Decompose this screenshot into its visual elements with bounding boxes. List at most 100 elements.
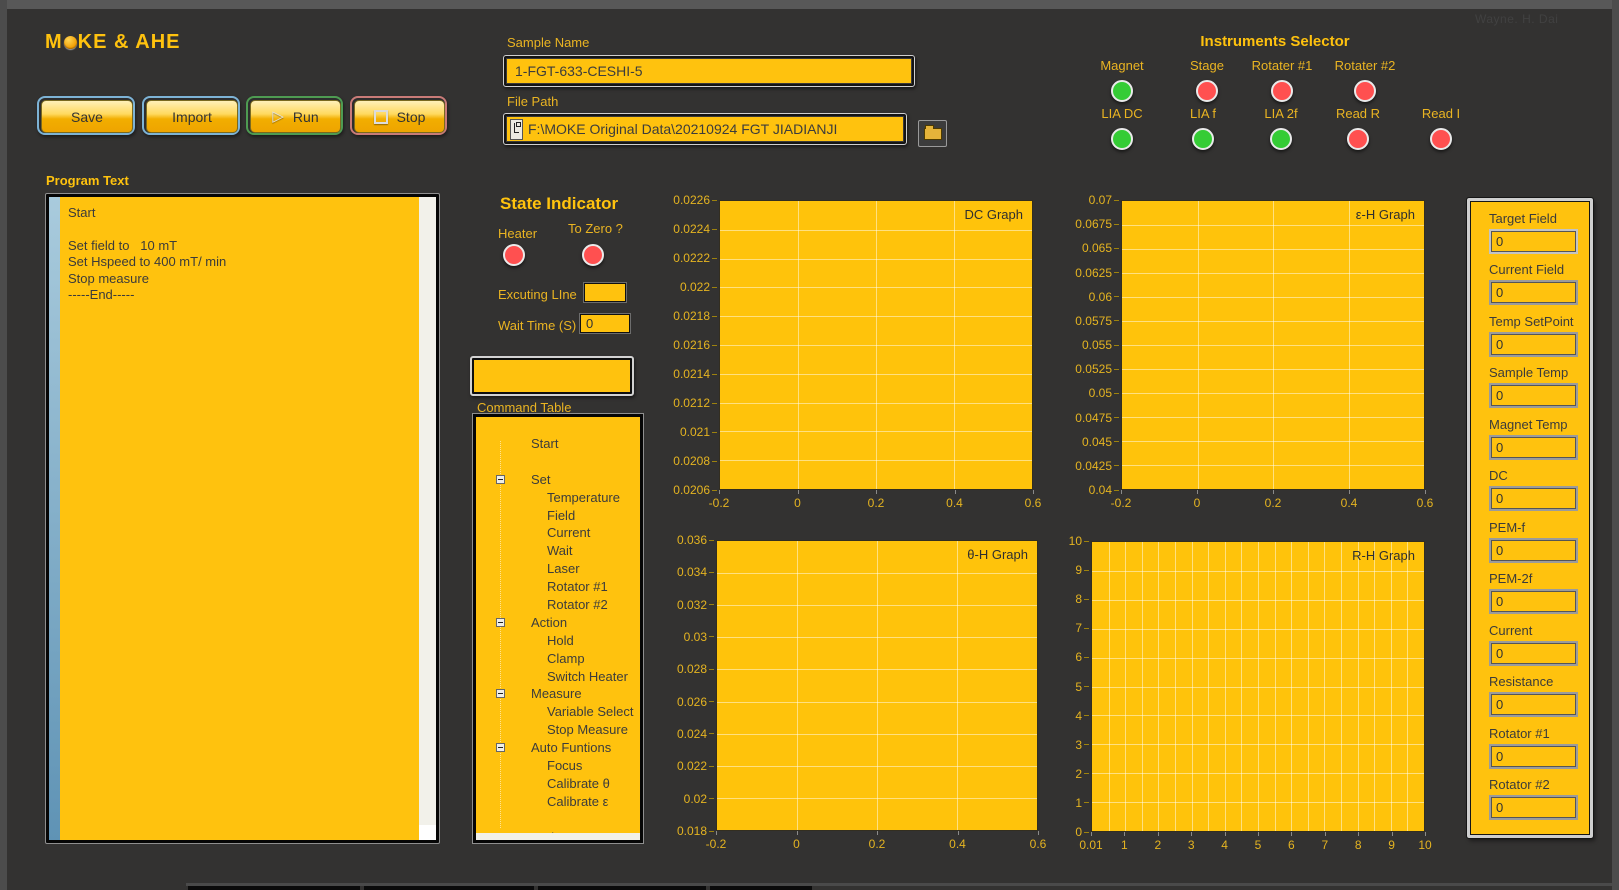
to-zero-led [582, 244, 604, 266]
r-h-graph: 109876543210R-H Graph0.0112345678910 [1047, 541, 1425, 859]
command-item-switch-heater[interactable]: Switch Heater [476, 668, 640, 686]
sample-name-input[interactable]: 1-FGT-633-CESHI-5 [506, 58, 912, 84]
command-item-clamp[interactable]: Clamp [476, 650, 640, 668]
readout-rotator-1: Rotator #10 [1489, 726, 1590, 772]
readout-dc: DC0 [1489, 468, 1590, 514]
command-tree: Start SetTemperatureFieldCurrentWaitLaser… [476, 435, 640, 833]
readout-current-field: Current Field0 [1489, 262, 1590, 308]
th-graph-title: θ-H Graph [967, 547, 1028, 562]
lia-2f-led[interactable] [1270, 128, 1292, 150]
excuting-line-field[interactable] [584, 283, 626, 302]
run-button[interactable]: ▷Run [250, 100, 341, 133]
stop-button[interactable]: Stop [354, 100, 445, 133]
stop-square-icon [374, 110, 388, 124]
command-item-hold[interactable]: Hold [476, 632, 640, 650]
rotater-1-label: Rotater #1 [1237, 58, 1327, 75]
command-item-laser[interactable]: Laser [476, 560, 640, 578]
rh-graph-title: R-H Graph [1352, 548, 1415, 563]
dc-label: DC [1489, 468, 1590, 483]
rotater-1-led[interactable] [1271, 80, 1293, 102]
theta-h-graph: 0.0360.0340.0320.030.0280.0260.0240.0220… [645, 540, 1038, 858]
lia-f-led[interactable] [1192, 128, 1214, 150]
command-table-scrollbar[interactable] [476, 833, 640, 840]
command-table-panel: Start SetTemperatureFieldCurrentWaitLaser… [472, 413, 644, 844]
expand-minus-icon[interactable] [496, 475, 505, 484]
command-item-measure[interactable]: Measure [476, 685, 640, 703]
command-item-current[interactable]: Current [476, 524, 640, 542]
run-button-ring: ▷Run [246, 96, 343, 135]
command-item-field[interactable]: Field [476, 507, 640, 525]
command-item-blank [476, 811, 640, 829]
expand-minus-icon[interactable] [496, 618, 505, 627]
rotator-1-label: Rotator #1 [1489, 726, 1590, 741]
command-item-set[interactable]: Set [476, 471, 640, 489]
eh-plot-area: ε-H Graph [1121, 200, 1425, 490]
file-path-input[interactable]: F:\MOKE Original Data\20210924 FGT JIADI… [506, 116, 904, 142]
save-button[interactable]: Save [41, 100, 133, 133]
current-field-field: 0 [1489, 280, 1578, 305]
wait-time-field[interactable]: 0 [580, 314, 630, 333]
command-item-rotator-1[interactable]: Rotator #1 [476, 578, 640, 596]
readout-current: Current 0 [1489, 623, 1590, 669]
command-item-wait[interactable]: Wait [476, 542, 640, 560]
command-item-variable-select[interactable]: Variable Select [476, 703, 640, 721]
taskbar-segment [364, 886, 534, 890]
import-button[interactable]: Import [146, 100, 238, 133]
program-text-panel: Start Set field to 10 mT Set Hspeed to 4… [45, 193, 440, 844]
screen-frame-left [0, 0, 7, 890]
read-r-led[interactable] [1347, 128, 1369, 150]
folder-icon [924, 128, 942, 140]
target-field-field[interactable]: 0 [1489, 229, 1578, 254]
stop-button-ring: Stop [350, 96, 447, 135]
command-item-start[interactable]: Start [476, 435, 640, 453]
instrument-read-i: Read I [1396, 106, 1486, 150]
magnet-label: Magnet [1077, 58, 1167, 75]
command-item-auto-funtions[interactable]: Auto Funtions [476, 739, 640, 757]
browse-folder-button[interactable] [918, 120, 947, 147]
command-item-calibrate[interactable]: Calibrate ε [476, 793, 640, 811]
instrument-rotater-2: Rotater #2 [1320, 58, 1410, 102]
expand-minus-icon[interactable] [496, 689, 505, 698]
readout-pem-f: PEM-f0 [1489, 520, 1590, 566]
readout-target-field: Target Field 0 [1489, 211, 1590, 257]
program-text-scrollbar[interactable] [419, 197, 436, 840]
command-item-focus[interactable]: Focus [476, 757, 640, 775]
stage-led[interactable] [1196, 80, 1218, 102]
status-message-display [474, 360, 630, 392]
file-path-label: File Path [507, 94, 558, 109]
command-item-action[interactable]: Action [476, 614, 640, 632]
temp-setpoint-label: Temp SetPoint [1489, 314, 1590, 329]
program-text-area[interactable]: Start Set field to 10 mT Set Hspeed to 4… [60, 197, 419, 840]
readout-rotator-2: Rotator #20 [1489, 777, 1590, 823]
import-button-ring: Import [142, 96, 240, 135]
read-r-label: Read R [1313, 106, 1403, 123]
command-item-stop-measure[interactable]: Stop Measure [476, 721, 640, 739]
pem-2f-label: PEM-2f [1489, 571, 1590, 586]
temp-setpoint-field: 0 [1489, 332, 1578, 357]
command-item-temperature[interactable]: Temperature [476, 489, 640, 507]
expand-minus-icon[interactable] [496, 743, 505, 752]
program-text-label: Program Text [46, 173, 129, 188]
command-table-body: Start SetTemperatureFieldCurrentWaitLaser… [476, 417, 640, 833]
program-text-margin-bar [49, 197, 60, 840]
save-button-ring: Save [37, 96, 135, 135]
current-label: Current [1489, 623, 1590, 638]
readout-temp-setpoint: Temp SetPoint 0 [1489, 314, 1590, 360]
rh-y-axis: 109876543210 [1047, 541, 1091, 832]
lia-dc-led[interactable] [1111, 128, 1133, 150]
command-item-blank [476, 453, 640, 471]
magnet-led[interactable] [1111, 80, 1133, 102]
command-item-calibrate[interactable]: Calibrate θ [476, 775, 640, 793]
target-field-label: Target Field [1489, 211, 1590, 226]
read-i-led[interactable] [1430, 128, 1452, 150]
current-field: 0 [1489, 641, 1578, 666]
readout-panel: Target Field0Current Field0Temp SetPoint… [1467, 198, 1593, 838]
screen-frame-top [0, 0, 1619, 9]
screen-frame-right [1612, 0, 1619, 890]
dc-plot-area: DC Graph [719, 200, 1033, 490]
dc-graph: 0.02260.02240.02220.0220.02180.02160.021… [645, 200, 1033, 522]
status-message-frame [470, 356, 634, 396]
command-item-rotator-2[interactable]: Rotator #2 [476, 596, 640, 614]
app-title: MKE & AHE [45, 31, 181, 54]
rotater-2-led[interactable] [1354, 80, 1376, 102]
